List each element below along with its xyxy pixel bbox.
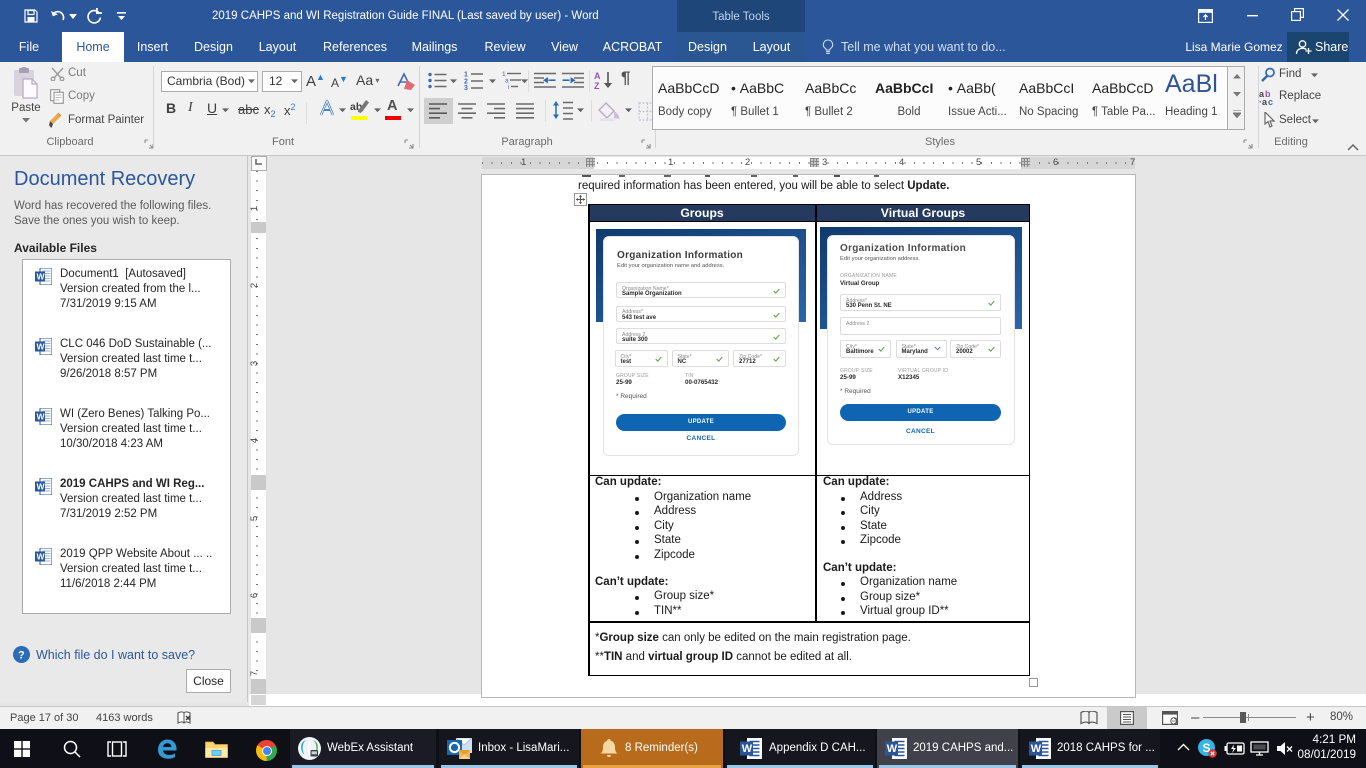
svg-text:W: W — [37, 342, 46, 352]
svg-text:3: 3 — [464, 85, 468, 90]
svg-text:i: i — [508, 84, 509, 90]
svg-text:1: 1 — [464, 72, 468, 79]
svg-text:W: W — [37, 412, 46, 422]
svg-text:Z: Z — [594, 81, 600, 91]
svg-text:W: W — [37, 552, 46, 562]
svg-text:W: W — [37, 482, 46, 492]
svg-text:A: A — [594, 71, 601, 81]
svg-text:W: W — [887, 743, 898, 755]
svg-text:c: c — [1268, 97, 1273, 106]
svg-text:?: ? — [18, 650, 25, 662]
svg-text:W: W — [37, 272, 46, 282]
svg-text:W: W — [742, 743, 753, 755]
svg-text:W: W — [1031, 743, 1042, 755]
